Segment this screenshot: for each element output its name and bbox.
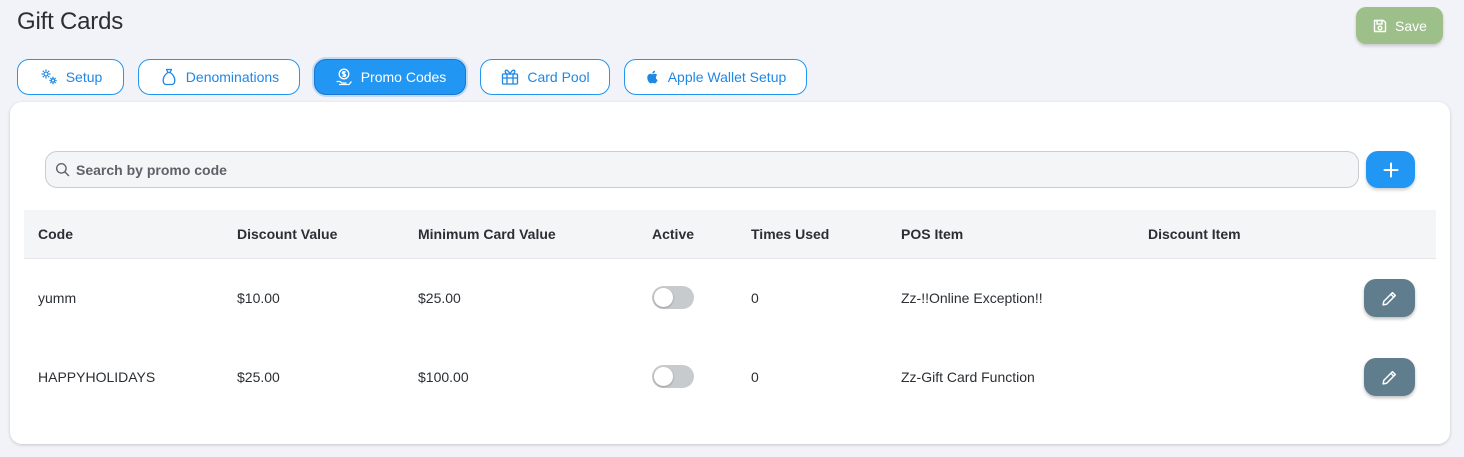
toggle-knob	[654, 288, 673, 307]
column-header-discount-value[interactable]: Discount Value	[237, 210, 337, 259]
search-icon	[55, 162, 70, 177]
active-toggle[interactable]	[652, 365, 694, 388]
coin-hand-icon	[336, 68, 352, 86]
table-row: HAPPYHOLIDAYS $25.00 $100.00 0 Zz-Gift C…	[24, 338, 1436, 417]
search-input[interactable]	[76, 161, 1336, 178]
column-header-code[interactable]: Code	[38, 210, 73, 259]
save-button-label: Save	[1395, 17, 1427, 34]
promo-codes-table: Code Discount Value Minimum Card Value A…	[24, 210, 1436, 417]
gift-icon	[502, 69, 519, 85]
floppy-disk-icon	[1373, 19, 1387, 32]
tab-denominations[interactable]: Denominations	[138, 59, 300, 95]
column-header-active[interactable]: Active	[652, 210, 694, 259]
cell-discount-value: $10.00	[237, 290, 280, 306]
tab-card-pool[interactable]: Card Pool	[480, 59, 610, 95]
add-promo-code-button[interactable]	[1366, 151, 1415, 188]
cell-minimum-card-value: $25.00	[418, 290, 461, 306]
tab-apple-wallet-setup[interactable]: Apple Wallet Setup	[624, 59, 807, 95]
column-header-times-used[interactable]: Times Used	[751, 210, 829, 259]
table-header: Code Discount Value Minimum Card Value A…	[24, 210, 1436, 259]
pencil-icon	[1382, 291, 1397, 306]
cell-code: HAPPYHOLIDAYS	[38, 369, 156, 385]
money-bag-icon	[162, 68, 176, 86]
promo-codes-panel: Code Discount Value Minimum Card Value A…	[10, 102, 1450, 444]
tab-promo-codes[interactable]: Promo Codes	[314, 59, 466, 95]
edit-button[interactable]	[1364, 358, 1415, 396]
tab-card-pool-label: Card Pool	[527, 69, 590, 85]
column-header-pos-item[interactable]: POS Item	[901, 210, 963, 259]
tab-denominations-label: Denominations	[185, 69, 280, 85]
column-header-discount-item[interactable]: Discount Item	[1148, 210, 1241, 259]
tab-bar: Setup Denominations Promo Codes Card Poo…	[17, 59, 807, 95]
apple-icon	[646, 70, 658, 84]
cell-pos-item: Zz-Gift Card Function	[901, 369, 1035, 385]
search-box[interactable]	[45, 151, 1359, 188]
cell-code: yumm	[38, 290, 77, 306]
tab-setup[interactable]: Setup	[17, 59, 124, 95]
save-button[interactable]: Save	[1356, 7, 1443, 44]
column-header-minimum-card-value[interactable]: Minimum Card Value	[418, 210, 556, 259]
page-title: Gift Cards	[17, 8, 124, 35]
cell-minimum-card-value: $100.00	[418, 369, 469, 385]
gears-icon	[41, 69, 57, 85]
table-row: yumm $10.00 $25.00 0 Zz-!!Online Excepti…	[24, 259, 1436, 338]
tab-apple-wallet-setup-label: Apple Wallet Setup	[667, 69, 787, 85]
cell-discount-value: $25.00	[237, 369, 280, 385]
pencil-icon	[1382, 370, 1397, 385]
plus-icon	[1383, 162, 1398, 177]
active-toggle[interactable]	[652, 286, 694, 309]
cell-times-used: 0	[751, 369, 759, 385]
toggle-knob	[654, 367, 673, 386]
cell-pos-item: Zz-!!Online Exception!!	[901, 290, 1043, 306]
edit-button[interactable]	[1364, 279, 1415, 317]
cell-times-used: 0	[751, 290, 759, 306]
tab-setup-label: Setup	[65, 69, 103, 85]
tab-promo-codes-label: Promo Codes	[360, 69, 447, 85]
